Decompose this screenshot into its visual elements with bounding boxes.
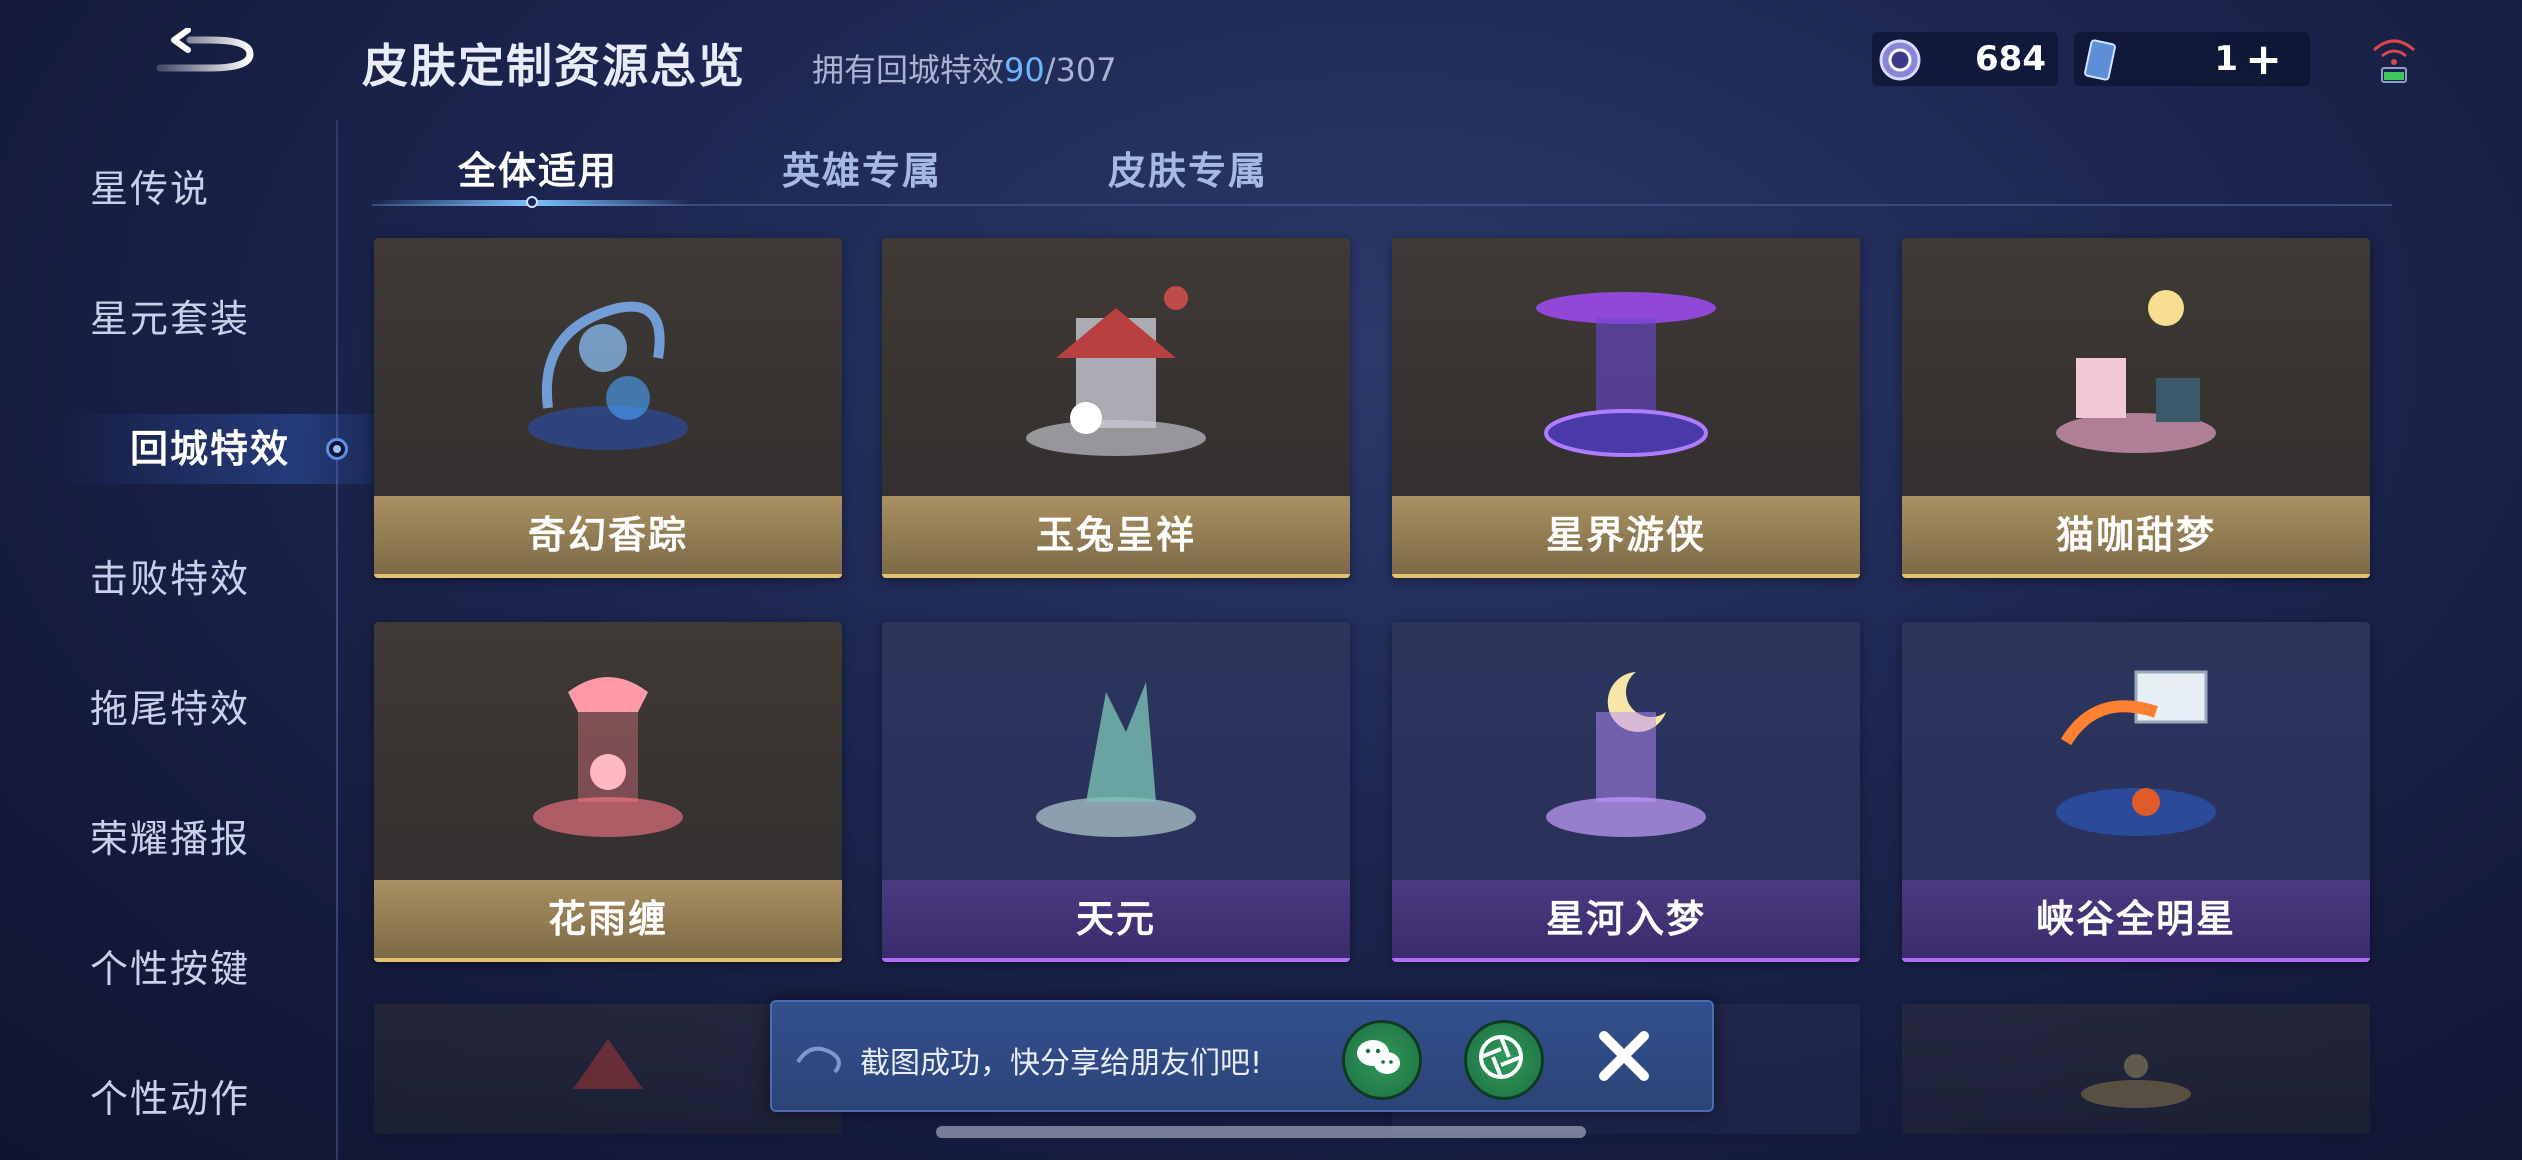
sidebar-item-glory-broadcast[interactable]: 荣耀播报 (90, 804, 320, 874)
effect-card-name: 星河入梦 (1392, 880, 1860, 962)
effect-card[interactable]: 峡谷全明星 (1902, 622, 2370, 962)
owned-total: /307 (1044, 51, 1117, 89)
sidebar-item-kill-effect[interactable]: 击败特效 (90, 544, 320, 614)
back-arrow-icon (156, 27, 254, 72)
toast-message: 截图成功，快分享给朋友们吧! (860, 1046, 1263, 1081)
effect-card[interactable]: 天元 (882, 622, 1350, 962)
gem-currency: 684 (1872, 32, 2058, 86)
effect-card-name: 峡谷全明星 (1902, 880, 2370, 962)
home-indicator[interactable] (936, 1126, 1586, 1138)
wechat-icon (1357, 1040, 1400, 1074)
add-coupon-button[interactable]: + (2245, 34, 2282, 85)
canyon-allstar-icon (2056, 670, 2216, 836)
tab-all[interactable]: 全体适用 (458, 140, 618, 195)
effect-card-name: 天元 (882, 880, 1350, 962)
effect-card-name: 奇幻香踪 (374, 496, 842, 578)
effect-card-name: 花雨缠 (374, 880, 842, 962)
effect-card[interactable]: 花雨缠 (374, 622, 842, 962)
jade-rabbit-icon (1026, 286, 1206, 456)
effect-card[interactable]: 猫咖甜梦 (1902, 238, 2370, 578)
astral-ranger-icon (1536, 292, 1716, 457)
sidebar-item-custom-actions[interactable]: 个性动作 (90, 1064, 320, 1134)
owned-count: 拥有回城特效90/307 (812, 45, 1117, 91)
share-moments-button[interactable] (1464, 1020, 1544, 1100)
effect-card[interactable]: 星河入梦 (1392, 622, 1860, 962)
tab-skin[interactable]: 皮肤专属 (1108, 140, 1268, 195)
effect-card-partial[interactable] (1902, 1004, 2370, 1134)
fantasy-fragrance-icon (528, 301, 688, 450)
gem-amount: 684 (1975, 39, 2046, 79)
owned-prefix: 拥有回城特效 (812, 51, 1005, 89)
effect-card[interactable]: 奇幻香踪 (374, 238, 842, 578)
sidebar-divider (336, 120, 338, 1160)
coupon-card-icon (2084, 39, 2116, 81)
coupon-amount: 1 (2214, 39, 2238, 79)
treasure-effect-icon (2081, 1054, 2191, 1108)
tianyuan-icon (1036, 682, 1196, 837)
sidebar-item-star-suit[interactable]: 星元套装 (90, 284, 320, 354)
close-toast-button[interactable] (1592, 1024, 1656, 1088)
owned-number: 90 (1004, 51, 1045, 89)
cloud-swirl-icon (796, 1046, 841, 1074)
flower-rain-icon (533, 677, 683, 837)
sidebar-item-recall-effect[interactable]: 回城特效 (60, 414, 400, 484)
tab-hero[interactable]: 英雄专属 (782, 140, 942, 195)
moments-icon (1479, 1035, 1523, 1079)
tab-active-dot (526, 196, 538, 208)
cat-cafe-icon (2056, 290, 2216, 453)
effect-card-name: 星界游侠 (1392, 496, 1860, 578)
gem-icon (1879, 39, 1921, 81)
galaxy-dream-icon (1546, 672, 1706, 837)
effect-card-name: 猫咖甜梦 (1902, 496, 2370, 578)
sidebar-item-trail-effect[interactable]: 拖尾特效 (90, 674, 320, 744)
effect-card[interactable]: 玉兔呈祥 (882, 238, 1350, 578)
sidebar-item-star-legend[interactable]: 星传说 (90, 154, 320, 224)
screenshot-share-toast: 截图成功，快分享给朋友们吧! (770, 1000, 1714, 1112)
sidebar-item-custom-buttons[interactable]: 个性按键 (90, 934, 320, 1004)
network-status-icon (2372, 39, 2416, 83)
sidebar-active-indicator (326, 438, 348, 460)
effect-card-name: 玉兔呈祥 (882, 496, 1350, 578)
back-button[interactable] (150, 27, 270, 88)
effect-card[interactable]: 星界游侠 (1392, 238, 1860, 578)
share-wechat-button[interactable] (1342, 1020, 1422, 1100)
coupon-currency: 1 + (2074, 32, 2310, 86)
page-title: 皮肤定制资源总览 (362, 39, 746, 93)
warning-triangle-icon (573, 1039, 643, 1089)
close-icon (1599, 1031, 1649, 1081)
